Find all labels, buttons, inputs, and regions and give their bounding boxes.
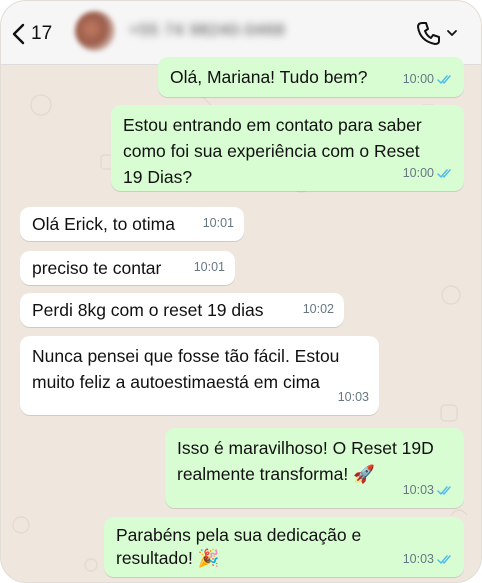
message-bubble-incoming[interactable]: preciso te contar 10:01 [20,251,235,285]
contact-avatar[interactable] [75,11,115,51]
message-text: Nunca pensei que fosse tão fácil. Estou … [32,346,340,392]
chevron-down-icon [447,30,457,36]
message-bubble-incoming[interactable]: Olá Erick, to otima 10:01 [20,207,244,241]
message-time: 10:00 [402,166,434,180]
message-time: 10:01 [202,216,234,230]
message-time: 10:03 [402,552,434,566]
message-meta: 10:02 [303,296,334,322]
message-time: 10:02 [302,302,334,316]
message-meta: 10:03 [403,477,454,503]
message-time: 10:03 [402,483,434,497]
read-ticks-icon [437,485,454,496]
chat-header: 17 +55 74 98240-0468 [1,1,481,65]
message-text: Parabéns pela sua dedicação e resultado!… [116,525,362,568]
message-meta: 10:00 [403,66,454,92]
message-meta: 10:01 [203,210,234,236]
call-button[interactable] [415,17,465,49]
message-bubble-incoming[interactable]: Nunca pensei que fosse tão fácil. Estou … [20,336,379,415]
message-bubble-outgoing[interactable]: Olá, Mariana! Tudo bem? 10:00 [158,57,464,97]
message-time: 10:00 [402,72,434,86]
message-text: Perdi 8kg com o reset 19 dias [32,300,264,320]
message-bubble-outgoing[interactable]: Parabéns pela sua dedicação e resultado!… [104,517,464,577]
unread-count: 17 [31,23,53,44]
message-time: 10:03 [337,390,369,404]
back-button[interactable]: 17 [11,19,52,49]
chevron-left-icon [12,23,25,45]
message-meta: 10:03 [403,546,454,572]
message-bubble-outgoing[interactable]: Isso é maravilhoso! O Reset 19D realment… [165,428,464,508]
read-ticks-icon [437,168,454,179]
message-time: 10:01 [193,260,225,274]
phone-icon [417,22,440,45]
message-bubble-outgoing[interactable]: Estou entrando em contato para saber com… [111,105,464,191]
message-meta: 10:03 [338,384,369,410]
contact-name[interactable]: +55 74 98240-0468 [129,22,285,40]
message-meta: 10:00 [403,160,454,186]
read-ticks-icon [437,554,454,565]
read-ticks-icon [437,74,454,85]
message-bubble-incoming[interactable]: Perdi 8kg com o reset 19 dias 10:02 [20,293,344,327]
message-meta: 10:01 [194,254,225,280]
chat-window: 17 +55 74 98240-0468 Olá, Mariana! Tudo … [0,0,482,583]
